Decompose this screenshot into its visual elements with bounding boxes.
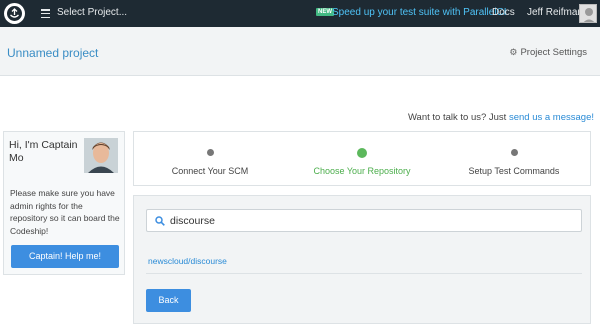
repo-search-box[interactable] <box>146 209 582 232</box>
contact-prompt-text: Want to talk to us? Just <box>407 112 509 123</box>
user-name[interactable]: Jeff Reifman <box>527 7 583 18</box>
send-message-link[interactable]: send us a message! <box>509 112 594 123</box>
captain-message: Please make sure you have admin rights f… <box>10 188 120 236</box>
avatar[interactable] <box>579 4 597 23</box>
step-label: Connect Your SCM <box>171 166 249 176</box>
repository-panel: newscloud/discourse Back <box>133 195 591 324</box>
codeship-logo-icon[interactable] <box>4 3 25 24</box>
project-selector[interactable]: Select Project... <box>57 7 127 18</box>
captain-mo-card: Hi, I'm Captain Mo Please make sure you … <box>3 131 125 275</box>
menu-icon[interactable] <box>41 9 50 19</box>
setup-wizard-steps: Connect Your SCM Choose Your Repository … <box>133 131 591 186</box>
step-label: Choose Your Repository <box>313 166 411 176</box>
captain-greeting: Hi, I'm Captain Mo <box>9 139 78 164</box>
step-setup-test-commands: Setup Test Commands <box>438 132 590 187</box>
search-icon <box>155 216 165 226</box>
captain-mo-photo <box>84 138 118 173</box>
repository-result-link[interactable]: newscloud/discourse <box>148 256 227 266</box>
step-indicator <box>206 149 214 156</box>
step-choose-repository: Choose Your Repository <box>286 132 438 187</box>
docs-link[interactable]: Docs <box>492 7 515 18</box>
project-settings-label: Project Settings <box>520 47 587 58</box>
project-header: Unnamed project ⚙ Project Settings <box>0 27 600 76</box>
project-settings-link[interactable]: ⚙ Project Settings <box>509 47 587 58</box>
search-input[interactable] <box>170 212 570 230</box>
step-connect-scm: Connect Your SCM <box>134 132 286 187</box>
gear-icon: ⚙ <box>509 47 518 57</box>
page-title: Unnamed project <box>7 46 99 60</box>
step-indicator <box>510 149 518 156</box>
top-navbar: Select Project... NEW Speed up your test… <box>0 0 600 27</box>
step-indicator-active <box>357 148 367 158</box>
contact-prompt: Want to talk to us? Just send us a messa… <box>408 112 594 123</box>
step-label: Setup Test Commands <box>468 166 560 176</box>
captain-help-button[interactable]: Captain! Help me! <box>11 245 119 268</box>
parallelci-promo-link[interactable]: Speed up your test suite with ParallelCI <box>332 7 507 18</box>
divider <box>146 273 582 274</box>
back-button[interactable]: Back <box>146 289 191 312</box>
